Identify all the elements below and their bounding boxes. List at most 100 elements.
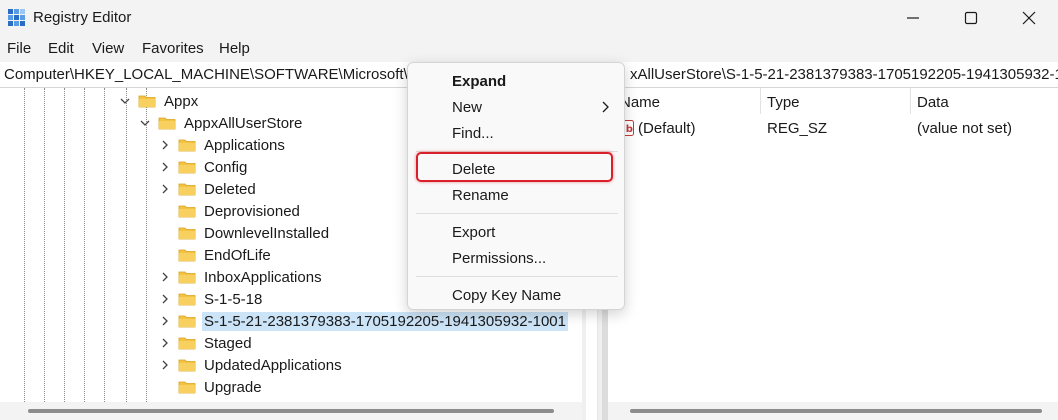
values-list[interactable]: Name Type Data ab (Default) REG_SZ (valu…: [608, 88, 1058, 402]
chevron-right-icon[interactable]: [158, 270, 172, 284]
chevron-right-icon[interactable]: [158, 160, 172, 174]
value-type-cell: REG_SZ: [767, 120, 828, 137]
scrollbar-thumb[interactable]: [630, 409, 1042, 413]
folder-icon: [178, 204, 196, 218]
menu-favorites[interactable]: Favorites: [142, 40, 204, 57]
menu-separator: [416, 213, 618, 214]
column-header-type[interactable]: Type: [767, 94, 800, 111]
chevron-down-icon[interactable]: [138, 116, 152, 130]
tree-node-label: Staged: [204, 334, 252, 352]
tree-node[interactable]: DownlevelInstalled: [158, 222, 329, 244]
tree-guide-line: [126, 88, 127, 402]
context-menu-export[interactable]: Export: [416, 219, 618, 245]
context-menu-label: New: [452, 98, 483, 116]
tree-guide-line: [84, 88, 85, 402]
context-menu-label: Rename: [452, 186, 509, 204]
values-horizontal-scrollbar[interactable]: [608, 402, 1058, 420]
close-button[interactable]: [1000, 0, 1058, 36]
tree-node[interactable]: Config: [158, 156, 247, 178]
tree-node[interactable]: S-1-5-21-2381379383-1705192205-194130593…: [158, 310, 568, 332]
column-header-data[interactable]: Data: [917, 94, 949, 111]
tree-horizontal-scrollbar[interactable]: [0, 402, 582, 420]
chevron-right-icon[interactable]: [158, 292, 172, 306]
context-menu-rename[interactable]: Rename: [416, 182, 618, 208]
tree-node-label: Appx: [164, 92, 199, 110]
menu-edit[interactable]: Edit: [48, 40, 74, 57]
folder-icon: [178, 226, 196, 240]
folder-icon: [178, 270, 196, 284]
tree-guide-line: [44, 88, 45, 402]
context-menu-label: Export: [452, 223, 496, 241]
context-menu-label: Expand: [452, 72, 507, 90]
tree-node-label: Upgrade: [204, 378, 262, 396]
menu-separator: [416, 276, 618, 277]
folder-icon: [138, 94, 156, 108]
folder-icon: [178, 336, 196, 350]
value-name-cell[interactable]: (Default): [638, 120, 696, 137]
scrollbar-thumb[interactable]: [28, 409, 554, 413]
tree-node-label: Applications: [204, 136, 285, 154]
context-menu-permissions[interactable]: Permissions...: [416, 245, 618, 271]
tree-node[interactable]: Staged: [158, 332, 252, 354]
folder-icon: [178, 160, 196, 174]
tree-node-label: UpdatedApplications: [204, 356, 342, 374]
context-menu-copy-key-name[interactable]: Copy Key Name: [416, 282, 618, 308]
chevron-right-icon[interactable]: [158, 358, 172, 372]
delete-highlight-box: [416, 152, 613, 182]
context-menu-expand[interactable]: Expand: [416, 68, 618, 94]
menu-help[interactable]: Help: [219, 40, 250, 57]
tree-node-label: S-1-5-18: [204, 290, 263, 308]
tree-node[interactable]: S-1-5-18: [158, 288, 262, 310]
chevron-right-icon[interactable]: [158, 182, 172, 196]
tree-node[interactable]: Deleted: [158, 178, 256, 200]
tree-node[interactable]: AppxAllUserStore: [138, 112, 302, 134]
tree-node[interactable]: EndOfLife: [158, 244, 271, 266]
tree-node[interactable]: Appx: [118, 90, 198, 112]
chevron-right-icon[interactable]: [158, 138, 172, 152]
tree-node-label: S-1-5-21-2381379383-1705192205-194130593…: [202, 311, 568, 331]
folder-icon: [178, 138, 196, 152]
tree-node[interactable]: InboxApplications: [158, 266, 322, 288]
context-menu-new[interactable]: New: [416, 94, 618, 120]
tree-node-label: InboxApplications: [204, 268, 322, 286]
minimize-icon: [907, 17, 919, 19]
folder-icon: [178, 358, 196, 372]
column-header-name[interactable]: Name: [620, 94, 660, 111]
column-separator[interactable]: [760, 88, 761, 114]
chevron-right-icon[interactable]: [158, 314, 172, 328]
tree-guide-line: [146, 88, 147, 402]
address-path-start: Computer\HKEY_LOCAL_MACHINE\SOFTWARE\Mic…: [4, 66, 426, 83]
tree-node[interactable]: Deprovisioned: [158, 200, 300, 222]
tree-node-label: Config: [204, 158, 248, 176]
tree-node[interactable]: Upgrade: [158, 376, 262, 398]
chevron-down-icon[interactable]: [118, 94, 132, 108]
folder-icon: [178, 182, 196, 196]
tree-node-label: Deleted: [204, 180, 256, 198]
tree-guide-line: [64, 88, 65, 402]
menu-file[interactable]: File: [7, 40, 31, 57]
tree-guide-line: [104, 88, 105, 402]
tree-node-label: Deprovisioned: [204, 202, 300, 220]
folder-icon: [178, 380, 196, 394]
folder-icon: [158, 116, 176, 130]
maximize-icon: [964, 11, 978, 25]
minimize-button[interactable]: [884, 0, 942, 36]
chevron-right-icon: [602, 101, 609, 113]
column-separator[interactable]: [910, 88, 911, 114]
menu-bar: File Edit View Favorites Help: [0, 36, 1058, 62]
menu-view[interactable]: View: [92, 40, 124, 57]
folder-icon: [178, 248, 196, 262]
chevron-right-icon[interactable]: [158, 336, 172, 350]
context-menu-label: Copy Key Name: [452, 286, 562, 304]
tree-node-label: EndOfLife: [204, 246, 271, 264]
tree-guide-line: [24, 88, 25, 402]
address-path-end: xAllUserStore\S-1-5-21-2381379383-170519…: [630, 66, 1058, 83]
folder-icon: [178, 292, 196, 306]
context-menu-label: Permissions...: [452, 249, 547, 267]
context-menu-label: Find...: [452, 124, 494, 142]
maximize-button[interactable]: [942, 0, 1000, 36]
context-menu-find[interactable]: Find...: [416, 120, 618, 146]
tree-node[interactable]: UpdatedApplications: [158, 354, 342, 376]
title-bar: Registry Editor: [0, 0, 1058, 36]
tree-node[interactable]: Applications: [158, 134, 285, 156]
